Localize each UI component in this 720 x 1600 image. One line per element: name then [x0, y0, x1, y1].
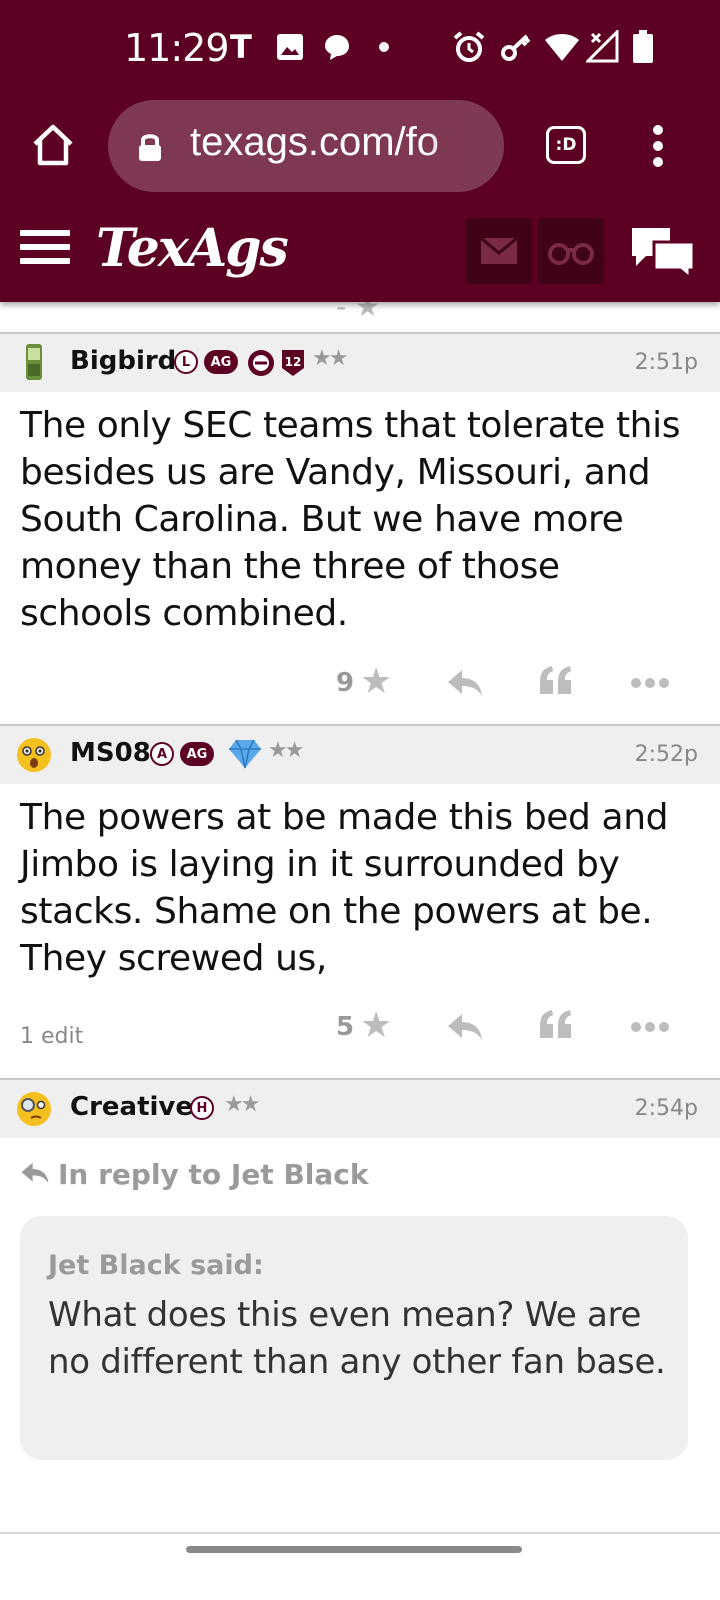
- status-bar: 11:29 T: [0, 0, 720, 96]
- team-logo-icon: [246, 348, 276, 382]
- url-fade: [424, 100, 504, 192]
- message-icon: [322, 30, 352, 64]
- reply-to-label: In reply to Jet Black: [58, 1158, 369, 1191]
- gesture-bar[interactable]: [186, 1546, 522, 1553]
- quote-icon[interactable]: [538, 664, 574, 700]
- battery-icon: [632, 30, 654, 64]
- wifi-icon: [544, 30, 580, 64]
- site-logo[interactable]: TexAgs: [96, 218, 289, 279]
- username[interactable]: Creative: [70, 1092, 193, 1122]
- quote-author: Jet Black said:: [48, 1250, 264, 1281]
- lock-icon: [138, 132, 162, 162]
- diamond-icon: [228, 738, 262, 774]
- avatar[interactable]: [14, 1088, 54, 1128]
- url-bar[interactable]: texags.com/fo: [108, 100, 504, 192]
- badge-ag: AG: [180, 742, 214, 766]
- badge-ag: AG: [204, 350, 238, 374]
- svg-text:12: 12: [285, 355, 302, 369]
- star-icon[interactable]: ★: [360, 664, 392, 700]
- post-header: MS08 A AG ★★ 2:52p: [0, 726, 720, 784]
- post-actions: 5 ★: [0, 1004, 720, 1054]
- more-icon[interactable]: [630, 1018, 670, 1032]
- image-icon: [276, 30, 304, 64]
- star-count: 5: [336, 1012, 355, 1042]
- chat-icon[interactable]: [628, 224, 698, 282]
- post-time: 2:51p: [634, 350, 698, 375]
- star-count: 9: [336, 668, 355, 698]
- more-options-icon[interactable]: [648, 122, 668, 170]
- reply-icon: [21, 1162, 49, 1184]
- username[interactable]: MS08: [70, 738, 151, 768]
- browser-toolbar: texags.com/fo :D: [0, 96, 720, 196]
- t-mobile-icon: T: [230, 28, 252, 66]
- quote-text: What does this even mean? We are no diff…: [48, 1295, 666, 1382]
- badge-level: A: [150, 742, 174, 766]
- binoculars-icon[interactable]: [538, 218, 604, 284]
- star-icon: - ★: [336, 302, 381, 323]
- quoted-post[interactable]: Jet Black said: What does this even mean…: [20, 1216, 688, 1460]
- key-icon: [500, 30, 532, 64]
- rating-stars: ★★: [224, 1092, 260, 1117]
- quote-icon[interactable]: [538, 1008, 574, 1044]
- post-time: 2:52p: [634, 742, 698, 767]
- post-header: Creative H ★★ 2:54p: [0, 1080, 720, 1138]
- post-actions: 9 ★: [0, 660, 720, 710]
- mail-icon[interactable]: [466, 218, 532, 284]
- badge-level: H: [190, 1096, 214, 1120]
- rating-stars: ★★: [312, 346, 348, 371]
- alarm-icon: [452, 30, 486, 64]
- post-time: 2:54p: [634, 1096, 698, 1121]
- status-time: 11:29: [124, 26, 230, 70]
- star-icon[interactable]: ★: [360, 1008, 392, 1044]
- tab-switcher-button[interactable]: :D: [546, 126, 586, 164]
- home-icon[interactable]: [30, 122, 76, 168]
- signal-icon: [586, 30, 620, 64]
- more-icon[interactable]: [630, 674, 670, 688]
- avatar[interactable]: [14, 734, 54, 774]
- dot-icon: [378, 30, 390, 64]
- divider: [0, 1532, 720, 1534]
- avatar[interactable]: [14, 342, 54, 382]
- reply-icon[interactable]: [446, 1012, 484, 1042]
- post-body: The powers at be made this bed and Jimbo…: [20, 797, 669, 979]
- twelfth-man-icon: 12: [280, 348, 306, 382]
- username[interactable]: Bigbird: [70, 346, 176, 376]
- post-body: The only SEC teams that tolerate this be…: [20, 405, 681, 634]
- url-text: texags.com/fo: [190, 120, 440, 164]
- site-header: TexAgs: [0, 196, 720, 302]
- menu-icon[interactable]: [20, 230, 70, 268]
- rating-stars: ★★: [268, 738, 304, 763]
- badge-level: L: [174, 350, 198, 374]
- post-header: Bigbird L AG 12 ★★ 2:51p: [0, 334, 720, 392]
- reply-icon[interactable]: [446, 668, 484, 698]
